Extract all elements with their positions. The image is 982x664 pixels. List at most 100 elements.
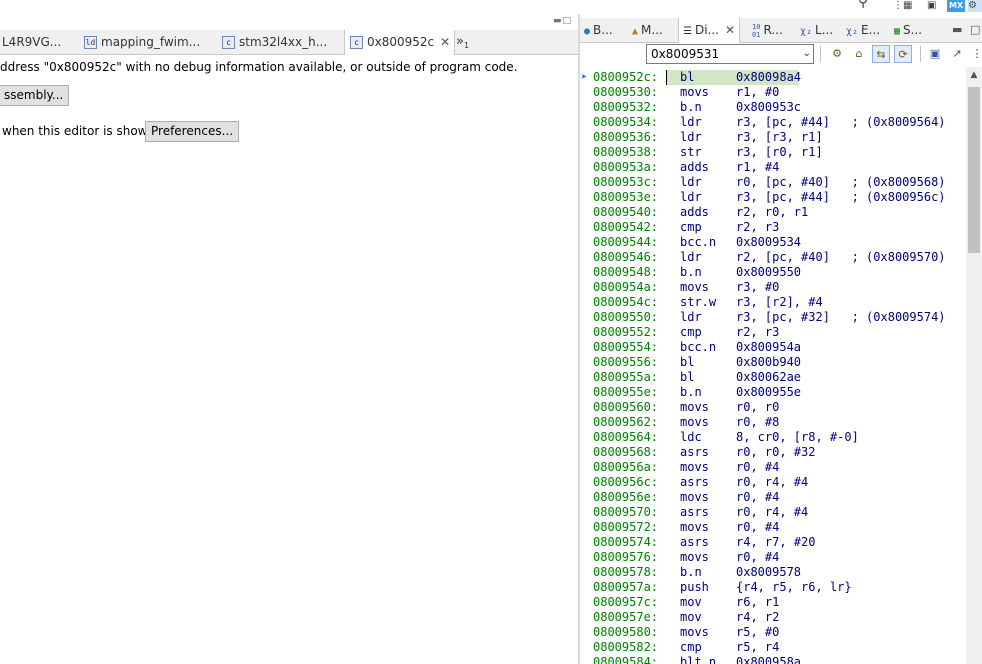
disassembly-row[interactable]: 0800953e: ldr r3, [pc, #44] ; (0x800956c) <box>580 190 966 205</box>
close-icon[interactable]: ✕ <box>440 35 450 49</box>
disassembly-row[interactable]: 0800953a: adds r1, #4 <box>580 160 966 175</box>
tab-disassembly[interactable]: ☰ Di... ✕ <box>678 18 741 43</box>
disassembly-row[interactable]: 08009554: bcc.n 0x800954a <box>580 340 966 355</box>
instruction-mnemonic: movs <box>680 85 709 99</box>
instruction-mnemonic: adds <box>680 160 709 174</box>
instruction-address: 0800955e: <box>593 385 659 399</box>
instruction-mnemonic: b.n <box>680 565 702 579</box>
disassembly-row[interactable]: 08009582: cmp r5, r4 <box>580 640 966 655</box>
preferences-button[interactable]: Preferences... <box>145 121 240 142</box>
disassembly-row[interactable]: 08009540: adds r2, r0, r1 <box>580 205 966 220</box>
instruction-operands: r3, [r3, r1] <box>736 130 823 144</box>
disassembly-row[interactable]: ➤ 0800952c: bl 0x80098a4 <box>580 70 966 85</box>
editor-tab-board[interactable]: L4R9VG... <box>0 30 82 54</box>
instruction-address: 0800954a: <box>593 280 659 294</box>
maximize-icon[interactable]: □ <box>970 18 980 42</box>
instruction-mnemonic: cmp <box>680 640 702 654</box>
disassembly-toolbar: 0x8009531 ⌄ ⚙ ⌂ ⇆ ⟳ ▣ ↗ ⋮ <box>580 43 982 67</box>
disassembly-row[interactable]: 08009556: bl 0x800b940 <box>580 355 966 370</box>
disassembly-row[interactable]: 08009548: b.n 0x8009550 <box>580 265 966 280</box>
disassembly-row[interactable]: 08009552: cmp r2, r3 <box>580 325 966 340</box>
home-icon[interactable]: ⌂ <box>850 45 868 63</box>
vertical-scrollbar[interactable]: ▲ <box>966 67 982 664</box>
tab-modules[interactable]: ▲ M... <box>632 18 663 42</box>
instruction-mnemonic: cmp <box>680 220 702 234</box>
disassembly-row[interactable]: 0800957e: mov r4, r2 <box>580 610 966 625</box>
view-menu-icon[interactable]: ⋮ <box>968 45 982 63</box>
disassembly-row[interactable]: 08009584: blt.n 0x800958a <box>580 655 966 664</box>
disassembly-row[interactable]: 0800956e: movs r0, #4 <box>580 490 966 505</box>
disassembly-row[interactable]: 08009550: ldr r3, [pc, #32] ; (0x8009574) <box>580 310 966 325</box>
disassembly-row[interactable]: 0800957a: push {r4, r5, r6, lr} <box>580 580 966 595</box>
disassembly-row[interactable]: 08009536: ldr r3, [r3, r1] <box>580 130 966 145</box>
scroll-up-icon[interactable]: ▲ <box>966 67 982 83</box>
tab-expressions[interactable]: χ₂ E... <box>846 18 880 42</box>
instruction-operands: r3, [pc, #32] ; (0x8009574) <box>736 310 946 324</box>
disassembly-listing[interactable]: ➤ 0800952c: bl 0x80098a4 08009530: movs r1, #0… <box>580 67 966 664</box>
disassembly-row[interactable]: 08009578: b.n 0x8009578 <box>580 565 966 580</box>
disassembly-row[interactable]: 08009574: asrs r4, r7, #20 <box>580 535 966 550</box>
perspective-open-icon[interactable]: ⋮▦ <box>893 0 912 12</box>
toolbar-separator <box>820 46 821 62</box>
disassembly-row[interactable]: 0800957c: mov r6, r1 <box>580 595 966 610</box>
instruction-mnemonic: ldr <box>680 115 702 129</box>
disassembly-row[interactable]: 08009562: movs r0, #8 <box>580 415 966 430</box>
disassembly-row[interactable]: 0800956a: movs r0, #4 <box>580 460 966 475</box>
editor-tab-stm32[interactable]: c stm32l4xx_h... <box>222 30 342 54</box>
open-in-new-window-icon[interactable]: ↗ <box>948 45 966 63</box>
disassembly-row[interactable]: 08009568: asrs r0, r0, #32 <box>580 445 966 460</box>
view-disassembly-button[interactable]: ssembly... <box>0 85 70 106</box>
instruction-address: 0800953e: <box>593 190 659 204</box>
search-icon[interactable]: ⚲ <box>858 0 868 9</box>
new-view-icon[interactable]: ▣ <box>926 45 944 63</box>
link-with-editor-icon[interactable]: ⇆ <box>872 45 890 63</box>
instruction-operands: r5, #0 <box>736 625 780 639</box>
tab-sfrs[interactable]: ▦ S... <box>894 18 922 42</box>
tab-overflow-chevron[interactable]: »1 <box>456 30 469 54</box>
perspective-c-icon[interactable]: ▣ <box>927 0 936 12</box>
editor-tab-address[interactable]: c 0x800952c ✕ <box>344 30 455 55</box>
disassembly-row[interactable]: 0800954c: str.w r3, [r2], #4 <box>580 295 966 310</box>
instruction-address: 0800955a: <box>593 370 659 384</box>
instruction-operands: r6, r1 <box>736 595 780 609</box>
instruction-operands: r3, [pc, #44] ; (0x8009564) <box>736 115 946 129</box>
disassembly-row[interactable]: 08009532: b.n 0x800953c <box>580 100 966 115</box>
tab-live-expressions[interactable]: χ₂ L... <box>800 18 833 42</box>
disassembly-row[interactable]: 0800956c: asrs r0, r4, #4 <box>580 475 966 490</box>
disassembly-row[interactable]: 08009530: movs r1, #0 <box>580 85 966 100</box>
disassembly-row[interactable]: 0800953c: ldr r0, [pc, #40] ; (0x8009568) <box>580 175 966 190</box>
disassembly-row[interactable]: 08009572: movs r0, #4 <box>580 520 966 535</box>
perspective-mx-icon[interactable]: MX <box>947 0 966 12</box>
chevron-down-icon[interactable]: ⌄ <box>803 45 811 63</box>
address-input[interactable]: 0x8009531 ⌄ <box>646 44 814 64</box>
disassembly-row[interactable]: 08009560: movs r0, r0 <box>580 400 966 415</box>
scrollbar-thumb[interactable] <box>968 87 980 253</box>
tab-breakpoints[interactable]: ● B... <box>584 18 613 42</box>
view-tab-bar: ● B... ▲ M... ☰ Di... ✕ 10 01 R... χ₂ L... χ₂ E.… <box>580 18 982 43</box>
disassembly-row[interactable]: 0800955e: b.n 0x800955e <box>580 385 966 400</box>
minimize-maximize-icon[interactable]: ▬□ <box>553 16 572 26</box>
disassembly-row[interactable]: 08009564: ldc 8, cr0, [r8, #-0] <box>580 430 966 445</box>
modules-icon: ▲ <box>632 26 639 37</box>
instruction-operands: r0, #4 <box>736 550 780 564</box>
sync-icon[interactable]: ⟳ <box>894 45 912 63</box>
disassembly-row[interactable]: 08009542: cmp r2, r3 <box>580 220 966 235</box>
minimize-icon[interactable]: ▬ <box>952 18 962 42</box>
disassembly-row[interactable]: 08009546: ldr r2, [pc, #40] ; (0x8009570) <box>580 250 966 265</box>
disassembly-row[interactable]: 0800954a: movs r3, #0 <box>580 280 966 295</box>
disassembly-row[interactable]: 08009534: ldr r3, [pc, #44] ; (0x8009564) <box>580 115 966 130</box>
disassembly-row[interactable]: 08009570: asrs r0, r4, #4 <box>580 505 966 520</box>
disassembly-row[interactable]: 08009576: movs r0, #4 <box>580 550 966 565</box>
instruction-address: 0800956c: <box>593 475 659 489</box>
tab-registers[interactable]: 10 01 R... <box>752 18 783 42</box>
disassembly-row[interactable]: 0800955a: bl 0x80062ae <box>580 370 966 385</box>
disassembly-row[interactable]: 08009580: movs r5, #0 <box>580 625 966 640</box>
close-icon[interactable]: ✕ <box>725 23 735 37</box>
goto-pc-icon[interactable]: ⚙ <box>828 45 846 63</box>
editor-tab-mapping[interactable]: ld mapping_fwim... <box>84 30 214 54</box>
perspective-debug-icon[interactable]: ⚙ <box>968 0 982 12</box>
instruction-address: 08009530: <box>593 85 659 99</box>
instruction-operands: 0x8009550 <box>736 265 802 279</box>
disassembly-row[interactable]: 08009538: str r3, [r0, r1] <box>580 145 966 160</box>
disassembly-row[interactable]: 08009544: bcc.n 0x8009534 <box>580 235 966 250</box>
